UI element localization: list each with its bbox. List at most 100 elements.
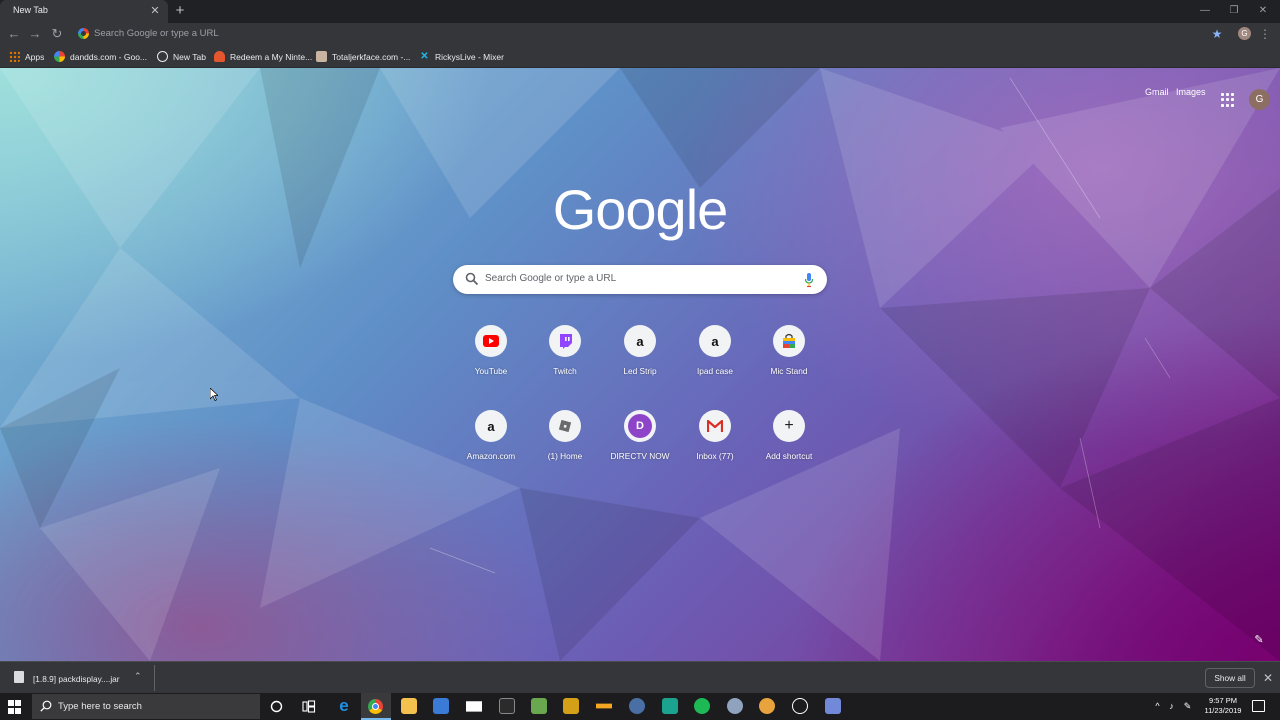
shortcut-label: DIRECTV NOW [610,451,670,461]
search-placeholder: Search Google or type a URL [485,273,617,284]
app-icon[interactable] [596,703,612,709]
bookmark-apps[interactable]: Apps [9,49,44,64]
search-icon [40,700,52,712]
profile-button[interactable]: G [1238,27,1251,40]
bookmark-label: Apps [25,51,45,62]
gmail-link[interactable]: Gmail [1145,87,1169,97]
app-icon[interactable] [563,698,579,714]
search-box[interactable]: Search Google or type a URL [453,265,827,294]
shortcut-ipad-case[interactable]: a Ipad case [678,320,752,400]
bookmark-label: Redeem a My Ninte... [230,51,313,62]
directv-letter: D [628,414,652,438]
shortcut-inbox[interactable]: Inbox (77) [678,405,752,485]
show-all-button[interactable]: Show all [1205,668,1255,688]
address-bar[interactable]: Search Google or type a URL [73,25,1233,43]
app-icon[interactable] [759,698,775,714]
download-filename: [1.8.9] packdisplay....jar [33,674,120,684]
shortcut-directv-now[interactable]: D DIRECTV NOW [603,405,677,485]
app-icon[interactable] [727,698,743,714]
notification-icon[interactable] [1252,700,1265,712]
bookmark-star-icon[interactable]: ★ [1210,27,1224,41]
bookmark-label: Totaljerkface.com -... [332,51,411,62]
account-avatar[interactable]: G [1249,89,1270,110]
obs-icon[interactable] [792,698,808,714]
shopping-bag-icon [773,325,805,357]
clock[interactable]: 9:57 PM 11/23/2019 [1196,696,1250,716]
windows-start-icon[interactable] [8,700,22,714]
forward-button[interactable]: → [27,26,43,42]
app-icon[interactable] [662,698,678,714]
bookmark-totaljerkface[interactable]: Totaljerkface.com -... [316,49,410,64]
windows-taskbar: Type here to search e ^ ♪ ✎ 9:57 PM 11/2… [0,693,1280,720]
shortcut-label: Add shortcut [765,451,813,461]
restore-button[interactable]: ❐ [1227,4,1241,18]
taskbar-search-box[interactable]: Type here to search [32,694,260,719]
new-tab-button[interactable]: + [172,2,188,20]
apps-icon [9,51,20,62]
plus-icon: + [773,410,805,442]
shortcut-label: Amazon.com [466,451,516,461]
amazon-icon: a [624,325,656,357]
shortcut-mic-stand[interactable]: Mic Stand [752,320,826,400]
task-view-icon[interactable] [302,700,316,713]
tab-close-icon[interactable]: ✕ [148,4,162,18]
google-apps-icon[interactable] [1221,93,1235,107]
spotify-icon[interactable] [694,698,710,714]
pen-icon[interactable]: ✎ [1182,700,1193,712]
edge-icon[interactable]: e [336,697,352,715]
mail-icon[interactable] [466,701,482,712]
globe-icon [157,51,168,62]
app-icon[interactable] [825,698,841,714]
add-shortcut-button[interactable]: + Add shortcut [752,405,826,485]
download-item[interactable]: [1.8.9] packdisplay....jar ⌃ [8,666,154,690]
back-button[interactable]: ← [6,26,22,42]
bookmark-mixer[interactable]: ✕ RickysLive - Mixer [419,49,504,64]
close-downloads-icon[interactable]: ✕ [1261,669,1275,687]
shortcut-label: Mic Stand [770,366,808,376]
shortcut-home[interactable]: (1) Home [528,405,602,485]
gmail-icon [699,410,731,442]
bookmarks-bar: Apps dandds.com - Goo... New Tab Redeem … [0,45,1280,68]
customize-pencil-icon[interactable]: ✎ [1252,633,1266,647]
shortcut-label: (1) Home [547,451,583,461]
minimize-button[interactable]: — [1198,4,1212,18]
shortcut-label: Twitch [553,366,577,376]
directv-icon: D [624,410,656,442]
app-icon[interactable] [629,698,645,714]
epic-games-icon[interactable] [499,698,515,714]
file-explorer-icon[interactable] [401,698,417,714]
shortcut-youtube[interactable]: YouTube [454,320,528,400]
volume-icon[interactable]: ♪ [1166,700,1177,712]
shortcut-label: Ipad case [697,366,733,376]
taskbar-search-placeholder: Type here to search [58,701,142,712]
close-window-button[interactable]: ✕ [1256,4,1270,18]
minecraft-icon[interactable] [531,698,547,714]
mixer-icon: ✕ [420,51,429,62]
shortcut-twitch[interactable]: Twitch [528,320,602,400]
chevron-up-icon[interactable]: ⌃ [134,671,142,682]
microphone-icon[interactable] [803,272,815,288]
bookmark-label: RickysLive - Mixer [435,51,504,62]
tab-strip: New Tab ✕ + — ❐ ✕ [0,0,1280,23]
shortcut-led-strip[interactable]: a Led Strip [603,320,677,400]
tab-new-tab[interactable]: New Tab ✕ [0,0,168,23]
images-link[interactable]: Images [1176,87,1206,97]
taskbar-chrome-button[interactable] [361,693,391,720]
tab-title: New Tab [13,5,48,15]
bookmark-dandds[interactable]: dandds.com - Goo... [54,49,147,64]
bookmark-new-tab[interactable]: New Tab [157,49,206,64]
store-icon[interactable] [433,698,449,714]
site-icon [316,51,327,62]
downloads-bar: [1.8.9] packdisplay....jar ⌃ Show all ✕ [0,661,1280,693]
roblox-icon [549,410,581,442]
clock-date: 11/23/2019 [1204,706,1242,715]
google-icon [78,28,89,39]
bookmark-nintendo[interactable]: Redeem a My Ninte... [214,49,312,64]
browser-menu-icon[interactable]: ⋮ [1259,26,1271,42]
cortana-icon[interactable] [270,700,283,713]
chevron-up-icon[interactable]: ^ [1152,700,1163,712]
reload-button[interactable]: ↻ [49,26,65,42]
top-links: Gmail Images G [0,81,1280,110]
chrome-icon-center [372,703,379,710]
shortcut-amazon[interactable]: a Amazon.com [454,405,528,485]
